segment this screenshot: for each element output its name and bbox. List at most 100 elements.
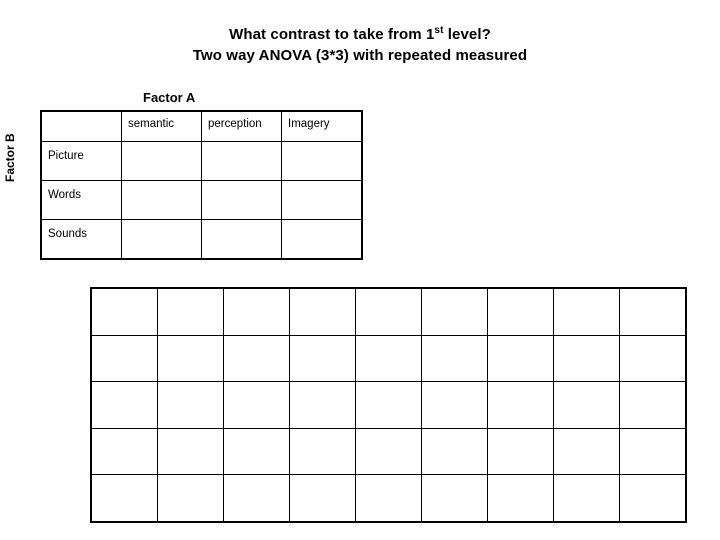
blank-grid-cell[interactable] <box>553 474 620 522</box>
factor-matrix-table: semantic perception Imagery Picture Word… <box>40 110 363 260</box>
blank-grid-cell[interactable] <box>421 427 488 475</box>
cell-picture-perception[interactable] <box>201 141 282 181</box>
blank-grid-cell-text <box>554 336 619 341</box>
blank-grid-cell-text <box>356 289 421 294</box>
blank-grid-cell[interactable] <box>223 381 290 429</box>
blank-grid-cell-text <box>158 382 223 387</box>
blank-grid-cell[interactable] <box>487 381 554 429</box>
blank-grid-cell-text <box>356 429 421 434</box>
cell-words-perception[interactable] <box>201 180 282 220</box>
blank-grid-cell-text <box>158 429 223 434</box>
title-line-1-post: level? <box>443 26 491 43</box>
blank-grid-cell[interactable] <box>289 334 356 382</box>
blank-grid-cell-text <box>422 382 487 387</box>
column-header-imagery: Imagery <box>281 110 363 142</box>
blank-grid-cell[interactable] <box>90 381 158 429</box>
blank-grid-cell[interactable] <box>289 427 356 475</box>
blank-grid-cell-text <box>290 382 355 387</box>
blank-grid-cell[interactable] <box>223 287 290 336</box>
blank-grid-cell[interactable] <box>421 474 488 522</box>
blank-grid-cell[interactable] <box>355 427 422 475</box>
column-header-perception: perception <box>201 110 282 142</box>
cell-picture-semantic[interactable] <box>121 141 202 181</box>
table-row <box>90 381 687 429</box>
table-corner-cell-text <box>42 112 121 119</box>
blank-grid-cell[interactable] <box>619 334 687 382</box>
blank-grid-cell[interactable] <box>289 287 356 336</box>
blank-grid-cell[interactable] <box>421 334 488 382</box>
table-row: Sounds <box>40 219 363 260</box>
blank-grid-cell-text <box>290 429 355 434</box>
blank-grid-cell[interactable] <box>553 427 620 475</box>
factor-b-label: Factor B <box>3 133 17 182</box>
blank-grid-cell[interactable] <box>355 334 422 382</box>
title-line-1-pre: What contrast to take from 1 <box>229 26 435 43</box>
cell-words-semantic[interactable] <box>121 180 202 220</box>
blank-grid-cell[interactable] <box>553 334 620 382</box>
blank-grid-cell-text <box>422 336 487 341</box>
table-row <box>90 427 687 475</box>
blank-grid-cell-text <box>158 289 223 294</box>
blank-grid-cell[interactable] <box>90 474 158 522</box>
blank-grid-cell[interactable] <box>487 334 554 382</box>
blank-grid-cell[interactable] <box>421 287 488 336</box>
blank-grid-cell-text <box>92 289 157 294</box>
cell-picture-imagery[interactable] <box>281 141 363 181</box>
blank-grid-cell[interactable] <box>223 427 290 475</box>
blank-grid-cell[interactable] <box>157 334 224 382</box>
cell-picture-semantic-text <box>122 142 201 147</box>
blank-grid-cell-text <box>620 382 685 387</box>
blank-grid-cell[interactable] <box>487 287 554 336</box>
blank-grid-cell-text <box>620 289 685 294</box>
row-header-words: Words <box>40 180 122 220</box>
blank-grid-cell-text <box>92 382 157 387</box>
blank-grid-cell[interactable] <box>223 334 290 382</box>
blank-grid-cell[interactable] <box>553 287 620 336</box>
title-line-1: What contrast to take from 1st level? <box>0 24 720 45</box>
row-header-words-text: Words <box>48 189 82 201</box>
blank-grid-cell[interactable] <box>157 287 224 336</box>
blank-grid-cell-text <box>356 382 421 387</box>
cell-words-imagery[interactable] <box>281 180 363 220</box>
blank-grid-cell-text <box>224 336 289 341</box>
cell-picture-perception-text <box>202 142 281 147</box>
blank-grid-cell[interactable] <box>355 287 422 336</box>
blank-grid-cell[interactable] <box>619 381 687 429</box>
blank-grid-cell[interactable] <box>487 427 554 475</box>
blank-grid-cell[interactable] <box>157 381 224 429</box>
table-row <box>90 334 687 382</box>
cell-words-perception-text <box>202 181 281 186</box>
blank-grid-cell[interactable] <box>553 381 620 429</box>
cell-sounds-perception[interactable] <box>201 219 282 260</box>
blank-grid-cell[interactable] <box>90 287 158 336</box>
cell-sounds-semantic[interactable] <box>121 219 202 260</box>
blank-grid-cell[interactable] <box>90 427 158 475</box>
blank-grid-cell[interactable] <box>289 381 356 429</box>
blank-grid-cell-text <box>488 475 553 480</box>
blank-grid-cell[interactable] <box>619 474 687 522</box>
blank-grid-cell[interactable] <box>90 334 158 382</box>
blank-grid-cell-text <box>92 475 157 480</box>
blank-grid-cell[interactable] <box>619 427 687 475</box>
blank-grid-cell[interactable] <box>487 474 554 522</box>
blank-grid-cell[interactable] <box>355 381 422 429</box>
blank-grid-cell-text <box>422 475 487 480</box>
blank-grid-cell[interactable] <box>355 474 422 522</box>
blank-grid-cell[interactable] <box>157 474 224 522</box>
blank-grid-cell[interactable] <box>157 427 224 475</box>
blank-grid-cell-text <box>92 336 157 341</box>
blank-grid-cell-text <box>224 382 289 387</box>
page-title: What contrast to take from 1st level? Tw… <box>0 24 720 66</box>
cell-sounds-semantic-text <box>122 220 201 225</box>
blank-grid-cell-text <box>554 429 619 434</box>
blank-grid-cell[interactable] <box>421 381 488 429</box>
blank-grid-cell[interactable] <box>223 474 290 522</box>
blank-grid-cell[interactable] <box>619 287 687 336</box>
blank-grid-cell-text <box>356 475 421 480</box>
table-row: Picture <box>40 141 363 181</box>
cell-sounds-imagery[interactable] <box>281 219 363 260</box>
blank-grid-cell-text <box>356 336 421 341</box>
title-line-2: Two way ANOVA (3*3) with repeated measur… <box>192 47 528 64</box>
blank-grid-cell[interactable] <box>289 474 356 522</box>
blank-grid-cell-text <box>422 289 487 294</box>
